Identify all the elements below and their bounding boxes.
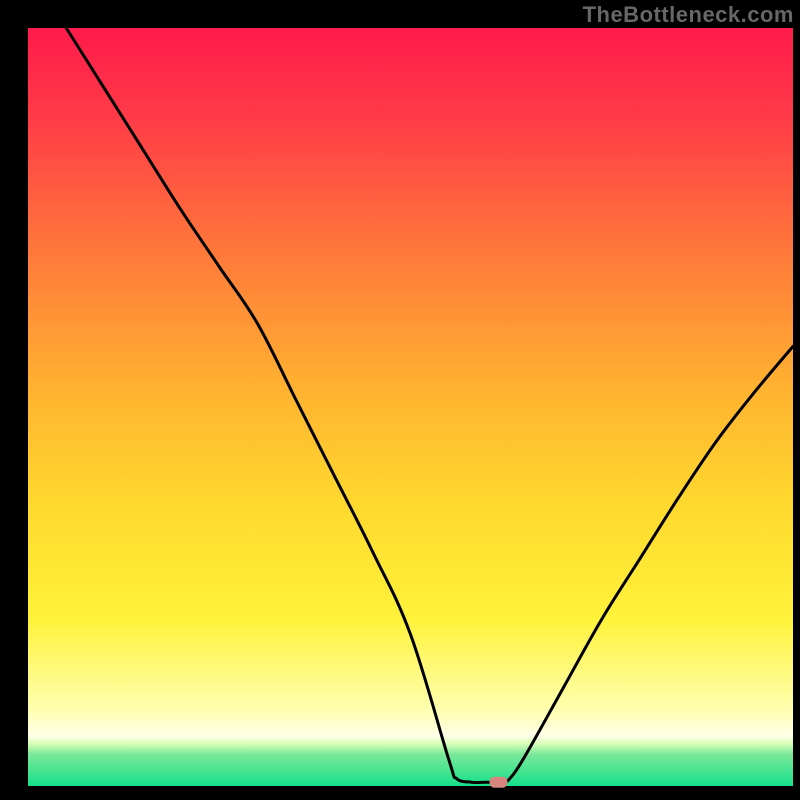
watermark-text: TheBottleneck.com [583, 2, 794, 28]
chart-container: TheBottleneck.com [0, 0, 800, 800]
plot-background [28, 28, 793, 786]
optimal-marker [490, 777, 508, 788]
bottleneck-chart [0, 0, 800, 800]
